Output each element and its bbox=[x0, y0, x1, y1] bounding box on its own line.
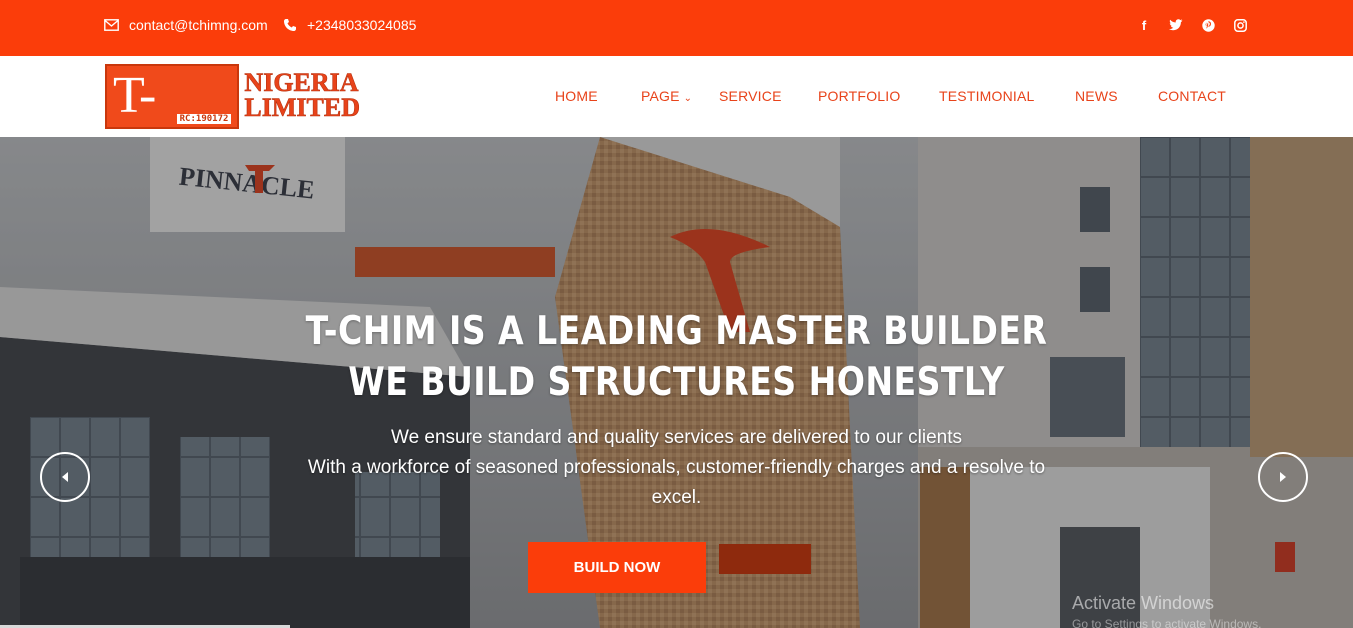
slider-next-button[interactable] bbox=[1258, 452, 1308, 502]
nav-service[interactable]: SERVICE bbox=[719, 88, 782, 104]
email-contact[interactable]: contact@tchimng.com bbox=[104, 17, 268, 33]
company-logo[interactable]: T-CHIM RC:190172 NIGERIA LIMITED bbox=[105, 64, 360, 130]
social-links: f bbox=[1137, 17, 1247, 33]
nav-contact[interactable]: CONTACT bbox=[1158, 88, 1226, 104]
hero-slider: PINNACLE T-CHIM IS A LEADING MASTER BUIL… bbox=[0, 137, 1353, 628]
email-text[interactable]: contact@tchimng.com bbox=[129, 17, 268, 33]
logo-rc-number: RC:190172 bbox=[176, 114, 232, 124]
activate-windows-subtext: Go to Settings to activate Windows. bbox=[1072, 617, 1262, 628]
envelope-icon bbox=[104, 19, 119, 31]
chevron-left-icon bbox=[62, 472, 68, 482]
hero-subtext-line-2: With a workforce of seasoned professiona… bbox=[307, 457, 1046, 478]
logo-line-2: LIMITED bbox=[244, 93, 360, 122]
hero-subtext-line-1: We ensure standard and quality services … bbox=[390, 427, 962, 448]
phone-contact[interactable]: +2348033024085 bbox=[283, 17, 416, 33]
logo-line-1: NIGERIA bbox=[244, 68, 359, 97]
nav-testimonial[interactable]: TESTIMONIAL bbox=[939, 88, 1035, 104]
chevron-right-icon bbox=[1280, 472, 1286, 482]
secondary-hero-button[interactable] bbox=[719, 544, 811, 574]
facebook-icon[interactable]: f bbox=[1137, 17, 1151, 33]
chevron-down-icon: ⌄ bbox=[683, 93, 693, 104]
logo-wordmark: NIGERIA LIMITED bbox=[244, 68, 360, 130]
slider-prev-button[interactable] bbox=[40, 452, 90, 502]
hero-headline-line-2: WE BUILD STRUCTURES HONESTLY bbox=[348, 360, 1005, 405]
instagram-icon[interactable] bbox=[1233, 17, 1247, 33]
hero-headline-line-1: T-CHIM IS A LEADING MASTER BUILDER bbox=[305, 309, 1048, 354]
build-now-button[interactable]: BUILD NOW bbox=[528, 542, 706, 593]
nav-home[interactable]: HOME bbox=[555, 88, 598, 104]
twitter-icon[interactable] bbox=[1169, 17, 1183, 33]
nav-portfolio[interactable]: PORTFOLIO bbox=[818, 88, 900, 104]
nav-page-label: PAGE bbox=[641, 88, 680, 104]
nav-news[interactable]: NEWS bbox=[1075, 88, 1118, 104]
top-contact-bar: contact@tchimng.com +2348033024085 f bbox=[0, 0, 1353, 56]
hero-subtext-line-3: excel. bbox=[651, 487, 702, 508]
site-header: T-CHIM RC:190172 NIGERIA LIMITED HOME PA… bbox=[0, 56, 1353, 137]
phone-icon bbox=[284, 19, 296, 31]
nav-page[interactable]: PAGE ⌄ bbox=[641, 88, 692, 104]
activate-windows-watermark: Activate Windows bbox=[1072, 593, 1215, 613]
pinterest-icon[interactable] bbox=[1201, 17, 1215, 33]
logo-mark: T-CHIM RC:190172 bbox=[105, 64, 240, 129]
phone-text[interactable]: +2348033024085 bbox=[307, 17, 416, 33]
